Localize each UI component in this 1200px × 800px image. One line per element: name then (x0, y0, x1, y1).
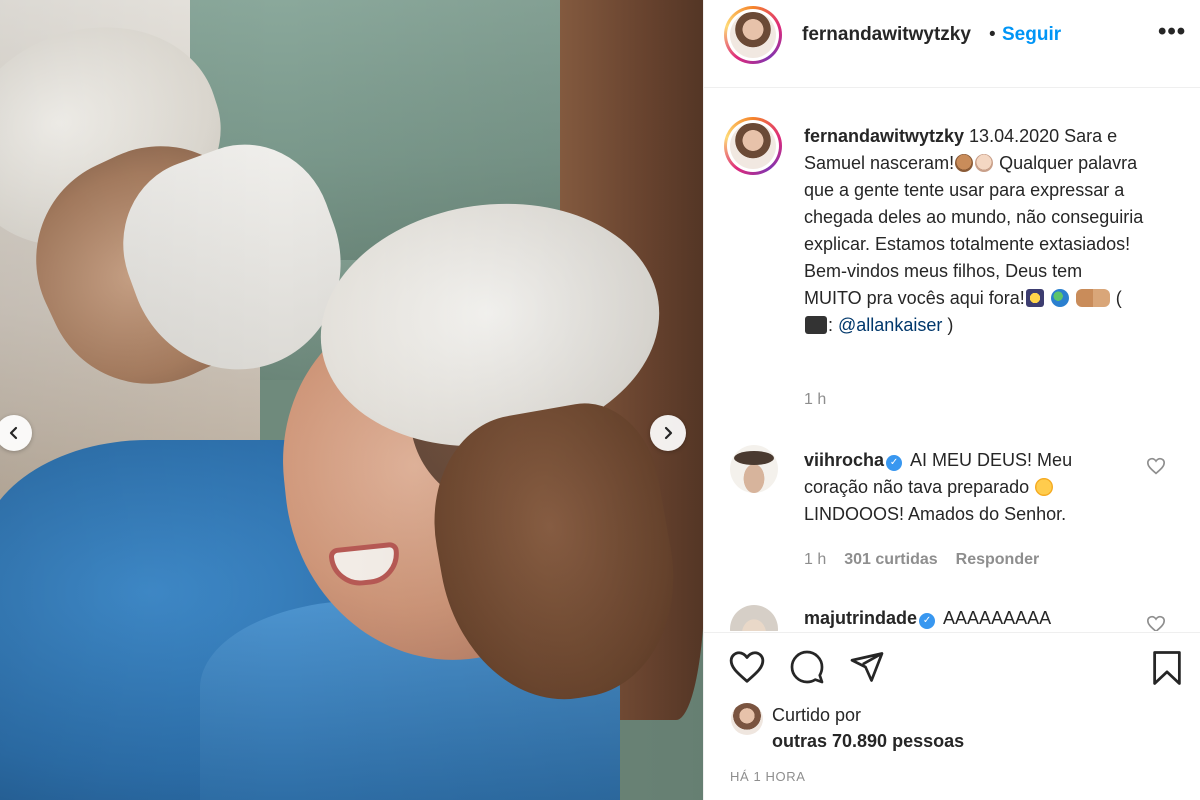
verified-badge-icon: ✓ (919, 613, 936, 629)
crying-emoji-icon (1035, 478, 1054, 496)
chevron-left-icon (9, 426, 18, 440)
share-icon[interactable] (848, 649, 886, 685)
caption-text-2: Qualquer palavra que a gente tente usar … (804, 153, 1144, 308)
family-emoji-icon (1075, 289, 1110, 307)
next-photo-button[interactable] (650, 415, 686, 451)
post-timestamp[interactable]: HÁ 1 HORA (730, 769, 805, 784)
author-username[interactable]: fernandawitwytzky (802, 24, 971, 46)
comment-body-2: LINDOOOS! Amados do Senhor. (804, 504, 1067, 524)
baby-emoji-icon (975, 154, 994, 172)
post-actions: Curtido por outras 70.890 pessoas HÁ 1 H… (704, 632, 1200, 800)
comment-time[interactable]: 1 h (804, 551, 826, 569)
more-options-icon[interactable]: ••• (1158, 18, 1186, 46)
baby-emoji-icon (955, 154, 974, 172)
caption-text-4: : (828, 315, 839, 335)
globe-emoji-icon (1050, 289, 1069, 307)
comment-icon[interactable] (788, 649, 826, 685)
liked-by-avatar[interactable] (731, 703, 763, 735)
caption-mention-link[interactable]: @allankaiser (838, 315, 942, 335)
caption-time[interactable]: 1 h (804, 391, 826, 409)
comment-like-heart-icon[interactable] (1146, 457, 1166, 475)
comment-text: viihrocha ✓ AI MEU DEUS! Meu coração não … (804, 447, 1134, 528)
reply-button[interactable]: Responder (956, 551, 1040, 569)
comment-username[interactable]: viihrocha (804, 450, 884, 470)
post-side-panel: fernandawitwytzky • Seguir ••• fernandaw… (703, 0, 1200, 800)
comment-meta: 1 h 301 curtidas Responder (804, 551, 1039, 569)
likes-count[interactable]: outras 70.890 pessoas (772, 731, 964, 752)
heart-icon[interactable] (728, 649, 766, 685)
verified-badge-icon: ✓ (886, 455, 903, 471)
comment-body: AAAAAAAAA (939, 608, 1052, 628)
follow-button[interactable]: Seguir (1002, 24, 1061, 46)
comments-area[interactable]: fernandawitwytzky 13.04.2020 Sara e Samu… (704, 89, 1200, 631)
comment-username[interactable]: majutrindade (804, 608, 917, 628)
comment-likes[interactable]: 301 curtidas (844, 551, 937, 569)
bookmark-icon[interactable] (1150, 649, 1184, 687)
caption-text-5: ) (942, 315, 954, 335)
caption-text-3: ( (1110, 288, 1122, 308)
comment-text: majutrindade ✓ AAAAAAAAA (804, 605, 1134, 631)
caption-username[interactable]: fernandawitwytzky (804, 126, 964, 146)
chevron-right-icon (664, 426, 673, 440)
photo-shade (0, 0, 703, 800)
post-caption: fernandawitwytzky 13.04.2020 Sara e Samu… (804, 123, 1144, 339)
comment-avatar[interactable] (730, 605, 778, 631)
post-header: fernandawitwytzky • Seguir ••• (704, 0, 1200, 88)
author-avatar[interactable] (724, 6, 782, 64)
sparkles-emoji-icon (1025, 289, 1044, 307)
comment-like-heart-icon[interactable] (1146, 615, 1166, 631)
header-separator: • (989, 24, 996, 45)
comment-avatar[interactable] (730, 445, 778, 493)
post-photo[interactable] (0, 0, 703, 800)
camera-emoji-icon (805, 316, 827, 334)
liked-by-label: Curtido por (772, 705, 862, 725)
caption-avatar[interactable] (724, 117, 782, 175)
